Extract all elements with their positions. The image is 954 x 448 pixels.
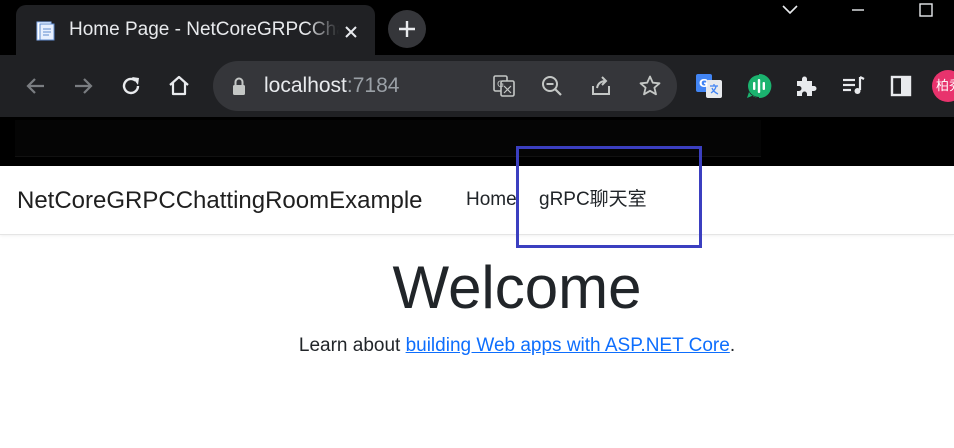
playlist-icon [843,76,865,94]
maximize-icon [919,3,933,17]
chevron-down-icon [782,5,798,15]
side-panel-icon [890,75,912,97]
tab-search-button[interactable] [770,0,810,20]
intro-suffix: . [729,335,736,356]
site-navbar: NetCoreGRPCChattingRoomExample Home gRPC… [0,146,954,248]
media-control-button[interactable] [834,67,872,105]
bookmark-star-button[interactable] [634,70,666,102]
translate-page-button[interactable]: G [488,70,520,102]
intro-text: Learn about [298,335,406,356]
star-icon [639,75,661,96]
bookmarks-bar [0,117,954,166]
nav-link-home[interactable]: Home [466,188,517,212]
back-button[interactable] [17,67,55,105]
minimize-icon [852,9,864,11]
minimize-button[interactable] [838,0,878,20]
side-panel-button[interactable] [882,67,920,105]
title-bar: Home Page - NetCoreGRPCChattingRoomExamp… [0,0,954,55]
extensions-button[interactable] [787,67,825,105]
annotation-highlight-box [516,146,702,248]
browser-toolbar: localhost:7184 G G 柏 [0,55,954,117]
site-brand-link[interactable]: NetCoreGRPCChattingRoomExample [17,186,423,216]
page-heading: Welcome [392,254,642,321]
voice-extension[interactable] [740,67,778,105]
svg-text:G: G [497,80,504,90]
intro-paragraph: Learn about building Web apps with ASP.N… [0,334,954,358]
share-button[interactable] [585,70,617,102]
forward-button[interactable] [64,67,102,105]
plus-icon [399,21,415,37]
arrow-right-icon [75,78,93,94]
new-tab-button[interactable] [388,10,426,48]
share-icon [592,76,610,95]
voice-extension-icon [747,73,772,98]
svg-text:G: G [699,77,708,90]
google-translate-extension[interactable]: G [690,67,728,105]
address-bar[interactable]: localhost:7184 G [213,61,677,111]
web-page: NetCoreGRPCChattingRoomExample Home gRPC… [0,146,954,448]
url-text[interactable]: localhost:7184 [264,74,399,98]
arrow-left-icon [26,78,44,94]
document-favicon-icon [36,21,55,41]
profile-avatar[interactable]: 柏秀 [932,70,954,102]
home-button[interactable] [160,67,198,105]
home-icon [169,75,189,96]
tab-title: Home Page - NetCoreGRPCChattingRoomExamp… [69,19,339,40]
maximize-button[interactable] [906,0,946,20]
url-port: :7184 [346,74,400,97]
translate-icon: G [493,75,515,97]
aspnet-docs-link[interactable]: building Web apps with ASP.NET Core [406,335,730,356]
zoom-out-icon [542,76,562,96]
reload-button[interactable] [112,67,150,105]
browser-tab[interactable]: Home Page - NetCoreGRPCChattingRoomExamp… [16,5,375,55]
google-translate-icon: G [696,74,722,98]
tab-close-button[interactable] [338,19,364,45]
reload-icon [122,77,140,95]
url-host: localhost [264,74,347,97]
close-icon [345,26,357,38]
lock-icon[interactable] [231,76,247,96]
puzzle-icon [797,76,817,96]
zoom-button[interactable] [536,70,568,102]
